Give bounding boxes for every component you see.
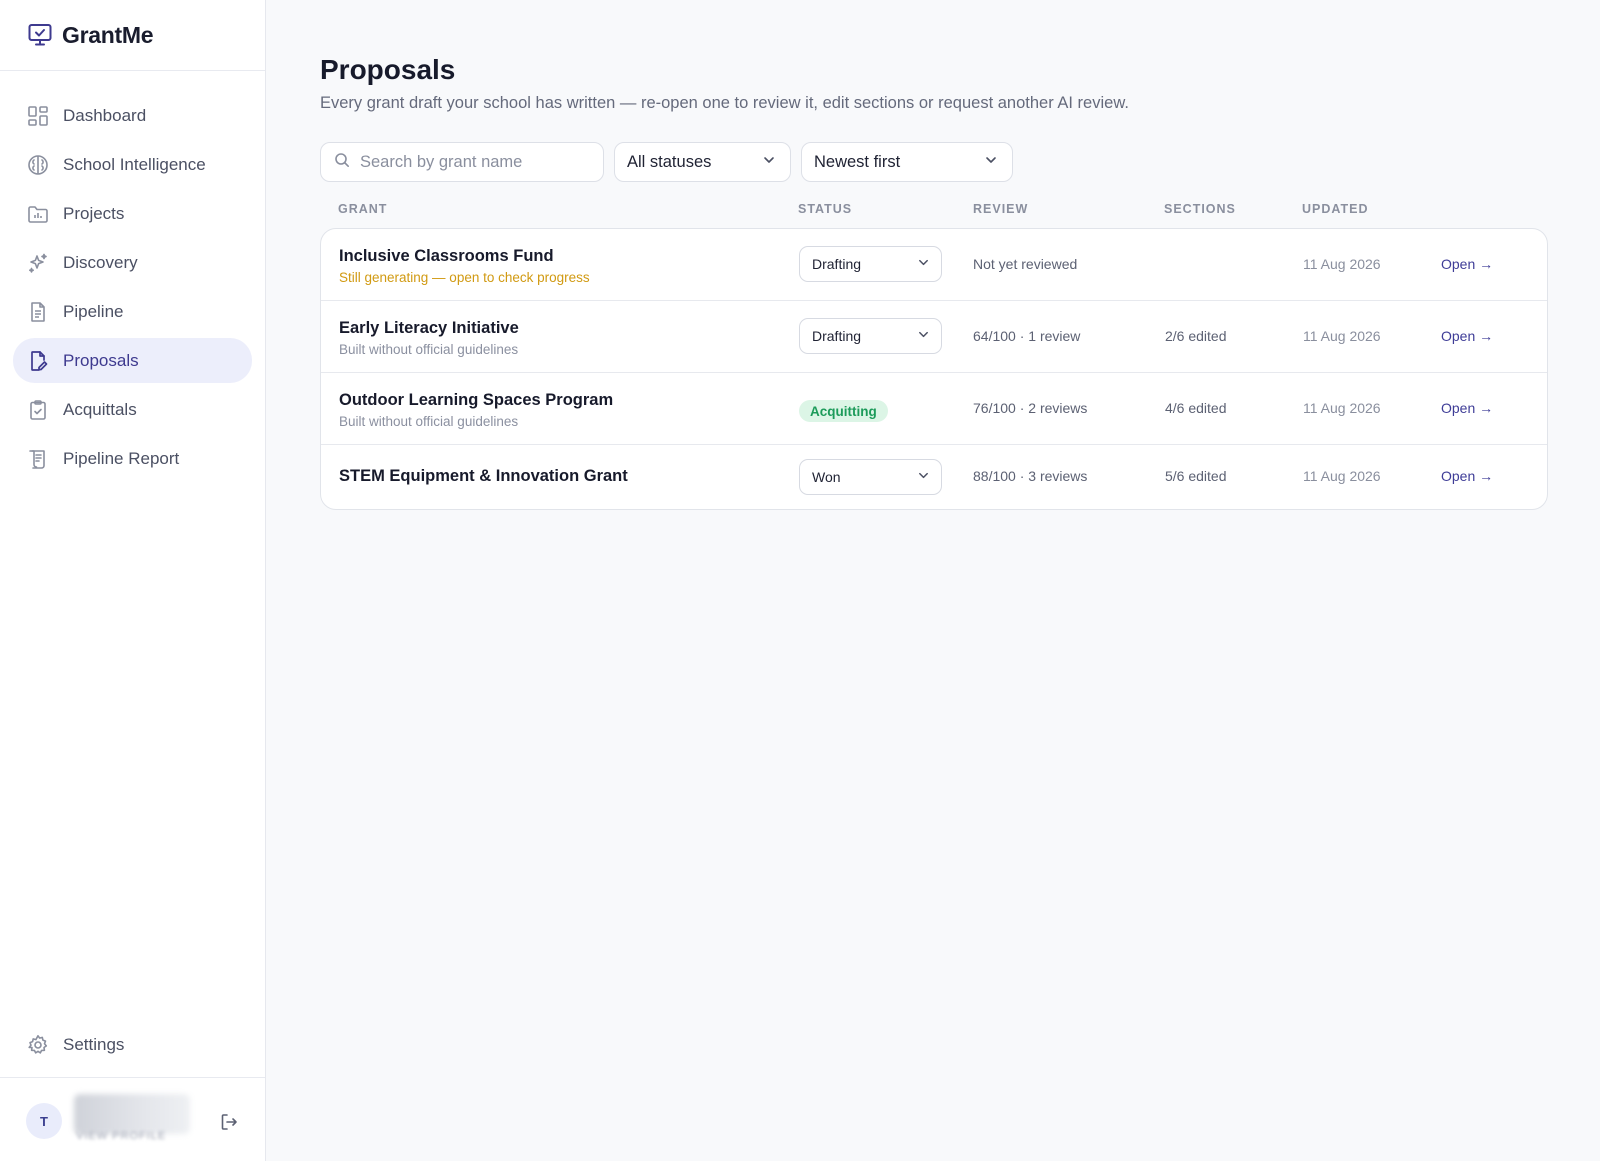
table-row[interactable]: Outdoor Learning Spaces Program Built wi… — [321, 373, 1547, 445]
proposals-table: Inclusive Classrooms Fund Still generati… — [320, 228, 1548, 510]
open-link[interactable]: Open → — [1441, 256, 1493, 272]
grant-cell: STEM Equipment & Innovation Grant — [339, 467, 628, 486]
sections-cell: 5/6 edited — [1165, 468, 1227, 484]
sort-value: Newest first — [814, 152, 901, 171]
avatar[interactable]: T — [26, 1103, 62, 1139]
sections-cell: 4/6 edited — [1165, 400, 1227, 416]
table-header: GRANT STATUS REVIEW SECTIONS UPDATED — [320, 202, 1548, 218]
monitor-check-icon — [26, 21, 54, 49]
grant-note: Built without official guidelines — [339, 342, 519, 357]
sidebar-item-proposals[interactable]: Proposals — [13, 338, 252, 383]
sidebar-item-settings[interactable]: Settings — [13, 1022, 252, 1067]
sidebar-item-label: Discovery — [63, 252, 138, 272]
sidebar-item-label: Settings — [63, 1034, 125, 1054]
sort-select[interactable]: Newest first — [801, 142, 1013, 182]
column-header-status: STATUS — [798, 202, 853, 216]
status-value: Drafting — [812, 256, 862, 272]
updated-cell: 11 Aug 2026 — [1303, 400, 1381, 416]
sidebar-item-label: School Intelligence — [63, 154, 206, 174]
grant-name: Inclusive Classrooms Fund — [339, 247, 554, 265]
sidebar-item-dashboard[interactable]: Dashboard — [13, 93, 252, 138]
open-link[interactable]: Open → — [1441, 400, 1493, 416]
sparkles-icon — [27, 252, 49, 274]
status-dropdown[interactable]: Drafting — [799, 318, 942, 354]
chevron-down-icon — [984, 153, 998, 172]
scroll-icon — [27, 448, 49, 470]
open-link[interactable]: Open → — [1441, 468, 1493, 484]
brain-icon — [27, 154, 49, 176]
brand[interactable]: GrantMe — [0, 0, 265, 71]
sidebar-item-label: Pipeline Report — [63, 448, 180, 468]
status-filter-select[interactable]: All statuses — [614, 142, 791, 182]
review-cell: 64/100 · 1 review — [973, 328, 1081, 344]
chevron-down-icon — [917, 256, 930, 272]
filter-bar: All statuses Newest first — [320, 142, 1023, 182]
column-header-sections: SECTIONS — [1164, 202, 1236, 216]
review-cell: Not yet reviewed — [973, 256, 1078, 272]
grant-cell: Early Literacy Initiative Built without … — [339, 319, 519, 357]
sidebar-item-label: Dashboard — [63, 105, 147, 125]
grant-cell: Outdoor Learning Spaces Program Built wi… — [339, 391, 613, 429]
redacted-profile-name — [74, 1094, 190, 1134]
sidebar-item-label: Proposals — [63, 350, 139, 370]
gear-icon — [27, 1034, 49, 1056]
sidebar-item-pipeline-report[interactable]: Pipeline Report — [13, 436, 252, 481]
sidebar-item-label: Projects — [63, 203, 125, 223]
sidebar-item-pipeline[interactable]: Pipeline — [13, 289, 252, 334]
review-cell: 76/100 · 2 reviews — [973, 400, 1088, 416]
view-profile-link[interactable]: VIEW PROFILE — [76, 1130, 166, 1142]
chevron-down-icon — [917, 469, 930, 485]
chevron-down-icon — [762, 153, 776, 172]
updated-cell: 11 Aug 2026 — [1303, 328, 1381, 344]
status-dropdown[interactable]: Won — [799, 459, 942, 495]
sidebar-item-school-intelligence[interactable]: School Intelligence — [13, 142, 252, 187]
review-cell: 88/100 · 3 reviews — [973, 468, 1088, 484]
status-dropdown[interactable]: Drafting — [799, 246, 942, 282]
app-name: GrantMe — [62, 21, 154, 48]
updated-cell: 11 Aug 2026 — [1303, 468, 1381, 484]
status-badge: Acquitting — [799, 400, 888, 422]
grant-note: Still generating — open to check progres… — [339, 270, 590, 285]
grant-name: Early Literacy Initiative — [339, 319, 519, 337]
chevron-down-icon — [917, 328, 930, 344]
sidebar-item-acquittals[interactable]: Acquittals — [13, 387, 252, 432]
clipboard-check-icon — [27, 399, 49, 421]
sidebar-item-label: Acquittals — [63, 399, 137, 419]
sidebar-item-projects[interactable]: Projects — [13, 191, 252, 236]
sidebar-item-discovery[interactable]: Discovery — [13, 240, 252, 285]
sidebar-nav: Dashboard School Intelligence Projects D… — [0, 71, 265, 481]
profile-section: T VIEW PROFILE — [0, 1077, 265, 1161]
logout-icon[interactable] — [218, 1111, 240, 1133]
table-row[interactable]: STEM Equipment & Innovation Grant Won 88… — [321, 445, 1547, 509]
status-filter-value: All statuses — [627, 152, 712, 171]
status-value: Drafting — [812, 328, 862, 344]
table-row[interactable]: Inclusive Classrooms Fund Still generati… — [321, 229, 1547, 301]
open-link[interactable]: Open → — [1441, 328, 1493, 344]
updated-cell: 11 Aug 2026 — [1303, 256, 1381, 272]
column-header-grant: GRANT — [338, 202, 388, 216]
search-box[interactable] — [320, 142, 604, 182]
dashboard-grid-icon — [27, 105, 49, 127]
page-subtitle: Every grant draft your school has writte… — [320, 94, 1129, 112]
search-icon — [334, 152, 350, 173]
document-list-icon — [27, 301, 49, 323]
sidebar: GrantMe Dashboard School Intelligence Pr… — [0, 0, 266, 1161]
grant-name: Outdoor Learning Spaces Program — [339, 391, 614, 409]
grant-note: Built without official guidelines — [339, 414, 519, 429]
sections-cell: 2/6 edited — [1165, 328, 1227, 344]
page-title: Proposals — [320, 54, 456, 85]
document-pen-icon — [27, 350, 49, 372]
sidebar-item-label: Pipeline — [63, 301, 124, 321]
table-row[interactable]: Early Literacy Initiative Built without … — [321, 301, 1547, 373]
search-input[interactable] — [360, 152, 590, 172]
status-value: Won — [812, 469, 841, 485]
folder-chart-icon — [27, 203, 49, 225]
grant-cell: Inclusive Classrooms Fund Still generati… — [339, 247, 590, 285]
grant-name: STEM Equipment & Innovation Grant — [339, 467, 628, 485]
column-header-review: REVIEW — [973, 202, 1029, 216]
column-header-updated: UPDATED — [1302, 202, 1369, 216]
